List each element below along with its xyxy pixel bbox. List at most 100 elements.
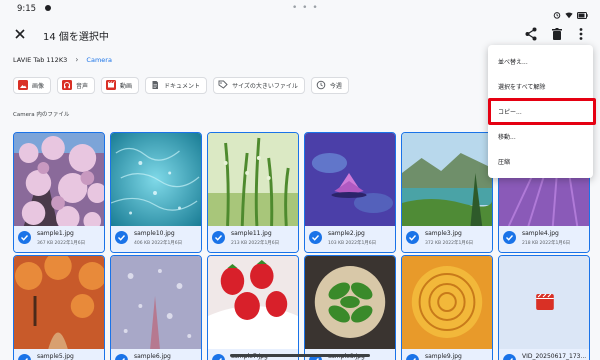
checkmark-icon[interactable] bbox=[212, 354, 225, 360]
chip-images[interactable]: 画像 bbox=[13, 77, 52, 94]
checkmark-icon[interactable] bbox=[406, 231, 419, 244]
file-name: sample11.jpg bbox=[231, 230, 272, 237]
checkmark-icon[interactable] bbox=[309, 231, 322, 244]
thumbnail-video bbox=[499, 256, 589, 349]
chip-label: サイズの大きいファイル bbox=[232, 83, 298, 90]
checkmark-icon[interactable] bbox=[115, 231, 128, 244]
chip-documents[interactable]: ドキュメント bbox=[145, 77, 208, 94]
status-dots: • • • bbox=[292, 3, 319, 13]
file-meta: sample4.jpg 218 KB 2022年1月6日 bbox=[499, 226, 589, 252]
checkmark-icon[interactable] bbox=[503, 354, 516, 360]
headphones-icon bbox=[62, 79, 73, 92]
thumbnail-lake bbox=[402, 133, 492, 226]
chip-label: ドキュメント bbox=[164, 83, 201, 90]
document-icon bbox=[150, 80, 160, 92]
thumbnail-rose bbox=[402, 256, 492, 349]
chip-label: 今週 bbox=[329, 83, 342, 90]
file-card[interactable]: sample8.jpg bbox=[304, 255, 396, 360]
file-card[interactable]: sample3.jpg 372 KB 2022年1月6日 bbox=[401, 132, 493, 253]
file-meta: sample9.jpg bbox=[402, 349, 492, 360]
thumbnail-water bbox=[111, 133, 201, 226]
delete-icon[interactable] bbox=[549, 26, 565, 42]
file-meta: sample1.jpg 367 KB 2022年1月6日 bbox=[14, 226, 104, 252]
movie-icon bbox=[106, 79, 117, 92]
do-not-disturb-icon bbox=[45, 5, 51, 11]
status-time: 9:15 bbox=[17, 4, 37, 14]
file-card[interactable]: sample2.jpg 103 KB 2022年1月6日 bbox=[304, 132, 396, 253]
highlight-box bbox=[488, 98, 596, 125]
file-card[interactable]: sample1.jpg 367 KB 2022年1月6日 bbox=[13, 132, 105, 253]
file-card[interactable]: sample10.jpg 406 KB 2022年1月6日 bbox=[110, 132, 202, 253]
home-indicator[interactable] bbox=[230, 354, 370, 357]
chip-audio[interactable]: 音声 bbox=[57, 77, 96, 94]
file-name: sample6.jpg bbox=[134, 353, 171, 360]
file-meta: sample3.jpg 372 KB 2022年1月6日 bbox=[402, 226, 492, 252]
menu-item-sort[interactable]: 並べ替え... bbox=[498, 57, 528, 66]
share-icon[interactable] bbox=[523, 26, 539, 42]
file-meta: sample5.jpg bbox=[14, 349, 104, 360]
movie-icon bbox=[536, 293, 554, 310]
selection-count-title: 14 個を選択中 bbox=[43, 32, 109, 43]
file-name: sample1.jpg bbox=[37, 230, 74, 237]
file-card[interactable]: sample7.jpg bbox=[207, 255, 299, 360]
file-name: sample3.jpg bbox=[425, 230, 462, 237]
file-info: 103 KB 2022年1月6日 bbox=[328, 241, 377, 246]
battery-icon bbox=[577, 4, 588, 23]
alarm-icon bbox=[553, 4, 561, 23]
history-icon bbox=[316, 80, 326, 92]
file-info: 367 KB 2022年1月6日 bbox=[37, 241, 86, 246]
thumbnail-blossom bbox=[14, 133, 104, 226]
filter-chips: 画像 音声 動画 ドキュメント サイズの大きいファイル 今週 bbox=[13, 77, 349, 94]
chip-this-week[interactable]: 今週 bbox=[310, 77, 349, 94]
checkmark-icon[interactable] bbox=[406, 354, 419, 360]
file-info: 372 KB 2022年1月6日 bbox=[425, 241, 474, 246]
chip-large-files[interactable]: サイズの大きいファイル bbox=[213, 77, 305, 94]
file-name: VID_20250617_173... bbox=[522, 353, 587, 360]
menu-item-compress[interactable]: 圧縮 bbox=[498, 157, 510, 166]
file-name: sample5.jpg bbox=[37, 353, 74, 360]
file-name: sample4.jpg bbox=[522, 230, 559, 237]
file-name: sample9.jpg bbox=[425, 353, 462, 360]
thumbnail-lotus bbox=[305, 133, 395, 226]
breadcrumb-root[interactable]: LAVIE Tab 112K3 bbox=[13, 56, 67, 64]
breadcrumb-current[interactable]: Camera bbox=[86, 56, 112, 64]
thumbnail-autumn bbox=[14, 256, 104, 349]
checkmark-icon[interactable] bbox=[503, 231, 516, 244]
status-bar: 9:15 • • • bbox=[0, 0, 600, 19]
thumbnail-frost bbox=[111, 256, 201, 349]
checkmark-icon[interactable] bbox=[115, 354, 128, 360]
file-card[interactable]: sample5.jpg bbox=[13, 255, 105, 360]
file-card[interactable]: sample6.jpg bbox=[110, 255, 202, 360]
chevron-right-icon: › bbox=[75, 55, 79, 64]
close-icon[interactable] bbox=[12, 26, 28, 42]
chip-label: 動画 bbox=[120, 83, 133, 90]
file-name: sample2.jpg bbox=[328, 230, 365, 237]
thumbnail-strawberry bbox=[208, 256, 298, 349]
menu-item-move[interactable]: 移動... bbox=[498, 132, 516, 141]
file-meta: sample10.jpg 406 KB 2022年1月6日 bbox=[111, 226, 201, 252]
image-icon bbox=[18, 79, 28, 92]
checkmark-icon[interactable] bbox=[212, 231, 225, 244]
breadcrumb: LAVIE Tab 112K3 › Camera bbox=[13, 55, 112, 64]
file-info: 213 KB 2022年1月6日 bbox=[231, 241, 280, 246]
file-meta: sample6.jpg bbox=[111, 349, 201, 360]
file-meta: sample2.jpg 103 KB 2022年1月6日 bbox=[305, 226, 395, 252]
file-info: 218 KB 2022年1月6日 bbox=[522, 241, 571, 246]
more-options-icon[interactable] bbox=[573, 26, 589, 42]
wifi-icon bbox=[565, 4, 573, 23]
chip-videos[interactable]: 動画 bbox=[101, 77, 140, 94]
section-label: Camera 内のファイル bbox=[13, 112, 70, 118]
checkmark-icon[interactable] bbox=[18, 354, 31, 360]
file-meta: sample11.jpg 213 KB 2022年1月6日 bbox=[208, 226, 298, 252]
file-info: 406 KB 2022年1月6日 bbox=[134, 241, 183, 246]
label-tag-icon bbox=[218, 80, 228, 92]
file-card[interactable]: sample11.jpg 213 KB 2022年1月6日 bbox=[207, 132, 299, 253]
menu-item-deselect-all[interactable]: 選択をすべて解除 bbox=[498, 82, 545, 91]
thumbnail-basil bbox=[305, 256, 395, 349]
status-icons bbox=[553, 4, 588, 23]
chip-label: 画像 bbox=[32, 83, 45, 90]
file-meta: VID_20250617_173... bbox=[499, 349, 589, 360]
file-card[interactable]: VID_20250617_173... bbox=[498, 255, 590, 360]
file-card[interactable]: sample9.jpg bbox=[401, 255, 493, 360]
checkmark-icon[interactable] bbox=[18, 231, 31, 244]
